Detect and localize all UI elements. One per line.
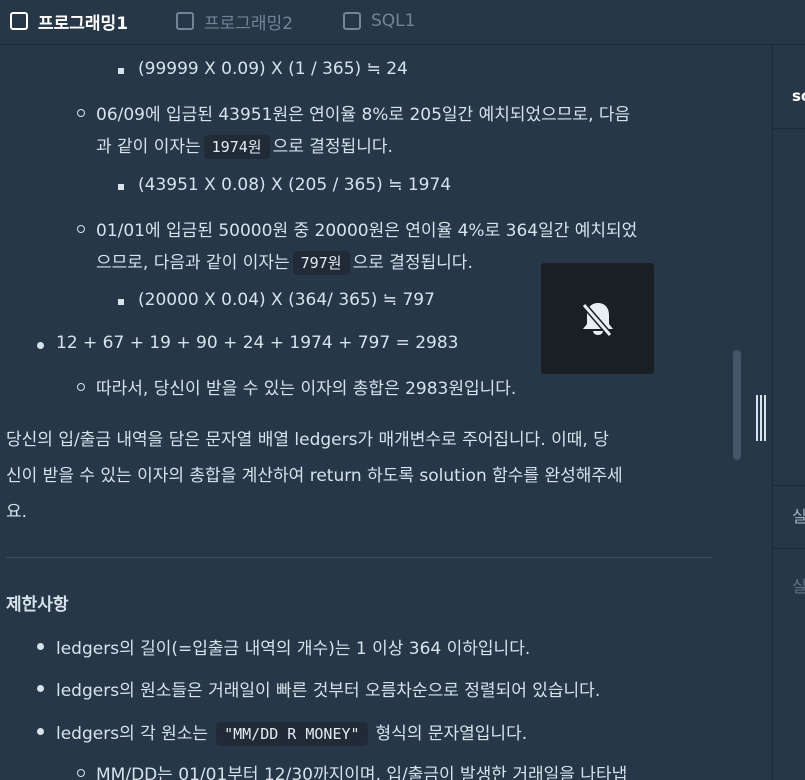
disc-bullet-icon	[37, 342, 44, 349]
bell-off-icon	[581, 302, 613, 337]
calc-line: (20000 X 0.04) X (364/ 365) ≒ 797	[138, 290, 435, 310]
inline-code: 797원	[292, 251, 350, 275]
tab-programming2[interactable]: 프로그래밍2	[176, 10, 294, 34]
mute-notification-overlay[interactable]	[541, 263, 654, 374]
checkbox-icon[interactable]	[10, 12, 28, 30]
restriction-subitem: MM/DD는 01/01부터 12/30까지이며, 입/출금이 발생한 거래일을…	[96, 765, 628, 780]
text: ledgers의 각 원소는	[56, 724, 209, 744]
calc-line: (99999 X 0.09) X (1 / 365) ≒ 24	[138, 59, 408, 79]
restrictions-heading: 제한사항	[6, 595, 69, 615]
result-placeholder: 실	[792, 577, 805, 596]
text: 으므로, 다음과 같이 이자는	[96, 253, 290, 273]
text: 형식의 문자열입니다.	[375, 724, 528, 744]
description-line: 당신의 입/출금 내역을 담은 문자열 배열 ledgers가 매개변수로 주어…	[6, 430, 609, 450]
restriction-item: ledgers의 원소들은 거래일이 빠른 것부터 오름차순으로 정렬되어 있습…	[56, 681, 601, 701]
paragraph-line: 과 같이 이자는 1974원 으로 결정됩니다.	[96, 132, 393, 159]
checkbox-icon[interactable]	[176, 12, 194, 30]
restriction-item: ledgers의 길이(=입출금 내역의 개수)는 1 이상 364 이하입니다…	[56, 639, 531, 659]
editor-pane: so 실 실	[773, 45, 805, 780]
tab-sql1[interactable]: SQL1	[343, 10, 415, 32]
circle-bullet-icon	[77, 769, 85, 777]
inline-code: "MM/DD R MONEY"	[216, 722, 368, 746]
square-bullet-icon	[118, 299, 124, 305]
tab-label: 프로그래밍1	[38, 13, 129, 34]
sum-line: 12 + 67 + 19 + 90 + 24 + 1974 + 797 = 29…	[56, 333, 459, 353]
circle-bullet-icon	[77, 225, 85, 233]
square-bullet-icon	[118, 68, 124, 74]
disc-bullet-icon	[37, 728, 44, 735]
tab-label: 프로그래밍2	[204, 13, 294, 34]
description-line: 신이 받을 수 있는 이자의 총합을 계산하여 return 하도록 solut…	[6, 466, 623, 486]
scrollbar-thumb[interactable]	[733, 350, 741, 460]
paragraph-line: 01/01에 입금된 50000원 중 20000원은 연이율 4%로 364일…	[96, 221, 638, 241]
restriction-item: ledgers의 각 원소는 "MM/DD R MONEY" 형식의 문자열입니다.	[56, 719, 527, 746]
disc-bullet-icon	[37, 643, 44, 650]
conclusion-line: 따라서, 당신이 받을 수 있는 이자의 총합은 2983원입니다.	[96, 379, 517, 399]
tab-programming1[interactable]: 프로그래밍1	[10, 10, 129, 34]
result-tab[interactable]: 실	[792, 503, 805, 527]
calc-line: (43951 X 0.08) X (205 / 365) ≒ 1974	[138, 175, 452, 195]
disc-bullet-icon	[37, 685, 44, 692]
editor-title: so	[792, 87, 805, 105]
tab-bar: 프로그래밍1 프로그래밍2 SQL1	[0, 0, 805, 45]
inline-code: 1974원	[203, 135, 270, 159]
circle-bullet-icon	[77, 383, 85, 391]
text: 으로 결정됩니다.	[352, 253, 473, 273]
problem-description: (99999 X 0.09) X (1 / 365) ≒ 24 06/09에 입…	[0, 45, 740, 780]
checkbox-icon[interactable]	[343, 12, 361, 30]
circle-bullet-icon	[77, 109, 85, 117]
description-line: 요.	[6, 502, 28, 522]
section-divider	[6, 557, 712, 558]
text: 과 같이 이자는	[96, 137, 201, 157]
text: 으로 결정됩니다.	[272, 137, 393, 157]
square-bullet-icon	[118, 184, 124, 190]
resize-handle[interactable]	[754, 395, 768, 441]
paragraph-line: 06/09에 입금된 43951원은 연이율 8%로 205일간 예치되었으므로…	[96, 105, 631, 125]
tab-label: SQL1	[371, 11, 416, 31]
paragraph-line: 으므로, 다음과 같이 이자는 797원 으로 결정됩니다.	[96, 248, 473, 275]
